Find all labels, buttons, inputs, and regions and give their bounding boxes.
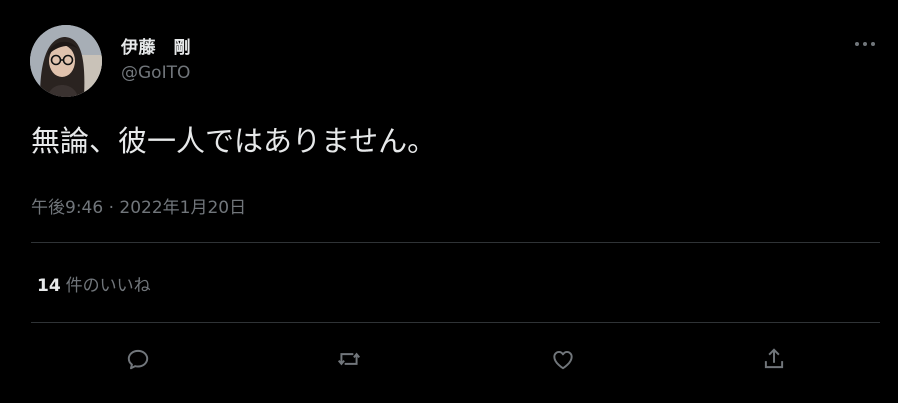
avatar[interactable] [30, 25, 102, 97]
author-handle[interactable]: @GoITO [121, 63, 190, 83]
retweet-icon [337, 352, 361, 366]
more-options-icon[interactable] [852, 34, 878, 54]
divider [31, 322, 880, 323]
likes-count: 14 [37, 276, 61, 296]
tweet-timestamp[interactable]: 午後9:46 · 2022年1月20日 [31, 193, 246, 218]
retweet-button[interactable] [334, 344, 364, 374]
tweet-text: 無論、彼一人ではありません。 [31, 124, 437, 158]
likes-link[interactable]: 14 件のいいね [37, 271, 151, 296]
likes-label: 件のいいね [65, 276, 151, 296]
author-name[interactable]: 伊藤 剛 [121, 33, 191, 58]
reply-button[interactable] [123, 344, 153, 374]
like-button[interactable] [548, 344, 578, 374]
divider [31, 242, 880, 243]
reply-icon [127, 349, 149, 370]
share-icon [764, 348, 784, 369]
share-button[interactable] [759, 344, 789, 374]
heart-icon [553, 350, 573, 370]
avatar-image [30, 25, 102, 97]
